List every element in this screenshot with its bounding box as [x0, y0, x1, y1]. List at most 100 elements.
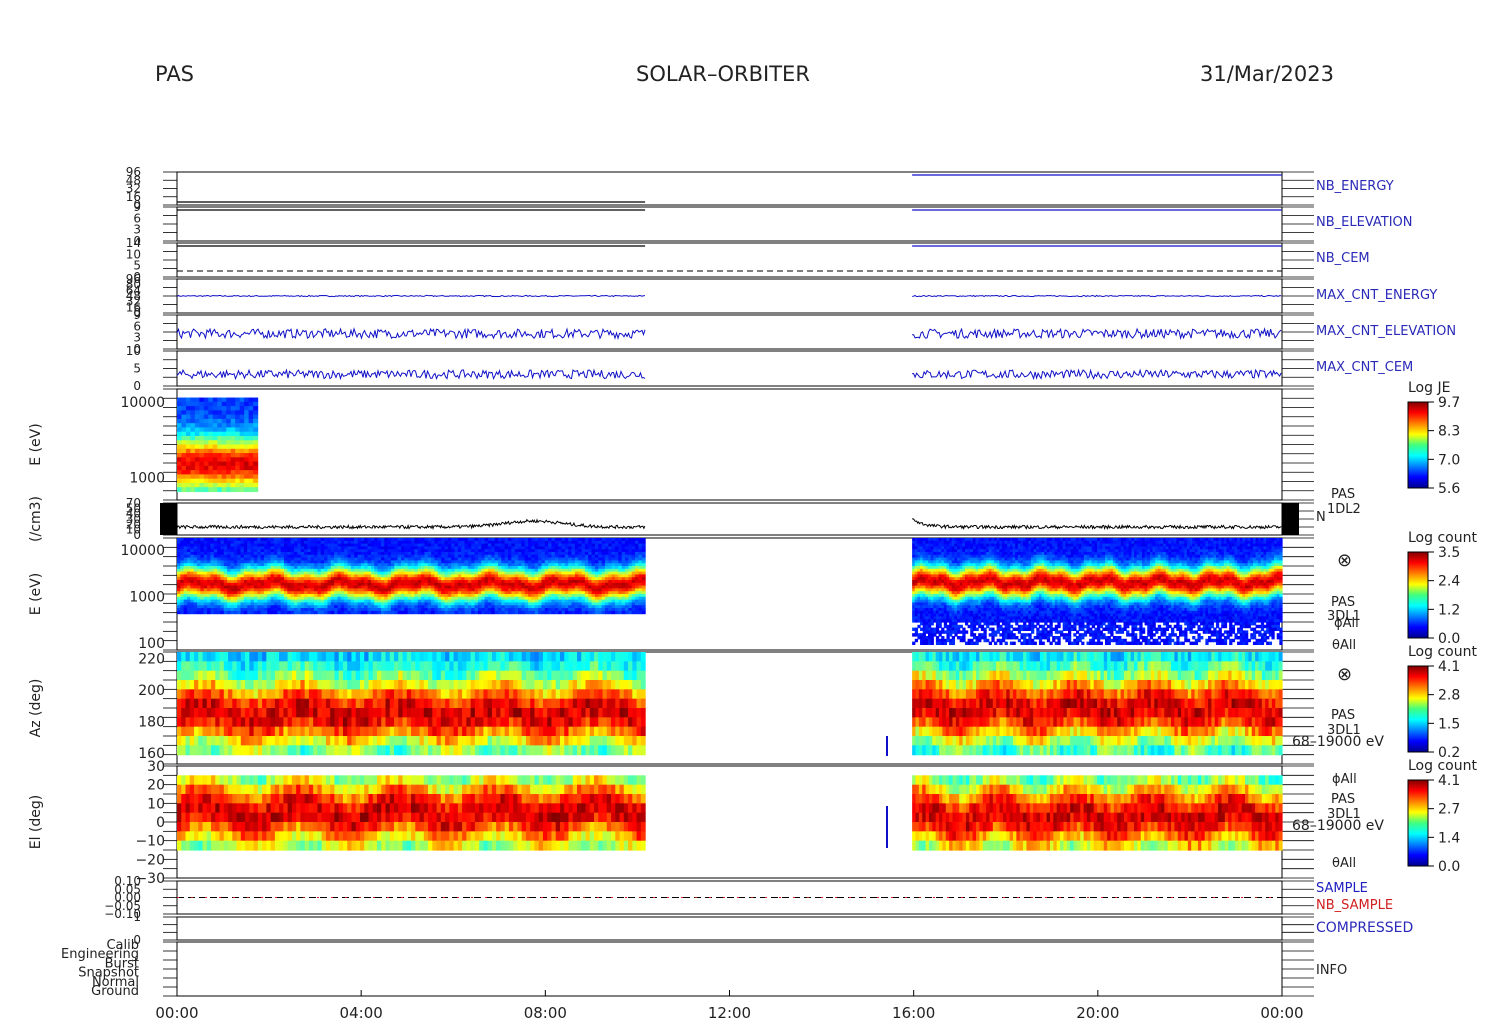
- colorbar-log-count-azimuth-tick-label: 4.1: [1438, 659, 1460, 675]
- heatmap-azimuth-1: [912, 652, 1283, 756]
- colorbar-log-count-azimuth: Log count4.12.81.50.2: [1407, 644, 1477, 761]
- ytick-label-1dl2: 10000: [120, 395, 165, 411]
- colorbar-log-je-title: Log JE: [1408, 380, 1450, 396]
- angle-label-elevation: θAll: [1332, 856, 1356, 871]
- colorbar-log-count-elevation-tick-label: 2.7: [1438, 802, 1460, 818]
- series-label-max-cnt-energy: MAX_CNT_ENERGY: [1316, 288, 1437, 303]
- ytick-label-elevation: 0: [156, 815, 165, 831]
- compressed-ytick-label: 1: [133, 910, 141, 924]
- density-instrument-label: PAS: [1331, 487, 1355, 502]
- series-line-4-1: [912, 327, 1282, 341]
- colorbar-log-count-elevation-bar: [1407, 779, 1429, 867]
- heatmap-1dl2: [177, 397, 259, 493]
- panel-density-ticks: [163, 502, 1314, 536]
- ylabel-3dl1-energy: E (eV): [28, 573, 44, 615]
- panel-nb-cem: [176, 242, 1283, 278]
- energy-range-elevation: 68–19000 eV: [1292, 818, 1384, 834]
- time-tick-label: 00:00: [155, 1004, 198, 1020]
- colorbar-log-count-azimuth-tick-label: 2.8: [1438, 688, 1460, 704]
- colorbar-log-count-azimuth-bar: [1407, 665, 1429, 753]
- panel-info-ticks: [163, 941, 1314, 997]
- panel-density: [176, 502, 1283, 536]
- colorbar-log-count-azimuth-tick-label: 1.5: [1438, 716, 1460, 732]
- info-category-label: Ground: [91, 984, 139, 999]
- series-line-5-0: [176, 368, 646, 381]
- series-label-compressed: COMPRESSED: [1316, 920, 1413, 936]
- density-line-0: [176, 518, 646, 531]
- colorbar-log-count-elevation-tick-label: 4.1: [1438, 773, 1460, 789]
- series-line-3-1: [912, 294, 1282, 298]
- series-label-info: INFO: [1316, 963, 1347, 978]
- ytick-label-3dl1-energy: 100: [138, 636, 165, 652]
- colorbar-log-count-elevation-title: Log count: [1408, 758, 1477, 774]
- series-line-3-0: [176, 294, 646, 298]
- density-ytick-label: 0: [133, 528, 141, 542]
- ytick-label-elevation: 30: [147, 759, 165, 775]
- colorbar-log-count-energy-tick-label: 1.2: [1438, 602, 1460, 618]
- panel-nb-elevation-ticks: [163, 206, 1314, 242]
- density-line-1: [912, 518, 1282, 531]
- panel-1dl2-energy-spectrogram: [176, 388, 1283, 501]
- ytick-label-elevation: −20: [135, 852, 165, 868]
- heatmap-elevation-0: [177, 775, 646, 851]
- panel-nb-energy-ticks: [163, 171, 1314, 206]
- ylabel-azimuth: Az (deg): [28, 679, 44, 738]
- summary-plot: 964832160NB_ENERGY9630NB_ELEVATION141050…: [28, 165, 1477, 1020]
- panel-5-ytick-label: 0: [133, 379, 141, 393]
- series-label-sample: SAMPLE: [1316, 881, 1368, 896]
- ytick-label-azimuth: 180: [138, 714, 165, 730]
- colorbar-log-je-tick-label: 7.0: [1438, 452, 1460, 468]
- colorbar-log-count-energy-title: Log count: [1408, 530, 1477, 546]
- instrument-label-3dl1-energy: PAS: [1331, 595, 1355, 610]
- ylabel-elevation: El (deg): [28, 795, 44, 850]
- density-product-label: 1DL2: [1327, 502, 1361, 517]
- panel-max-cnt-elevation: [176, 314, 1283, 350]
- ytick-label-3dl1-energy: 10000: [120, 543, 165, 559]
- ytick-label-elevation: −10: [135, 834, 165, 850]
- series-line-4-0: [176, 327, 646, 340]
- instrument-label-azimuth: PAS: [1331, 708, 1355, 723]
- heatmap-3dl1-energy-0: [177, 538, 646, 615]
- colorbar-log-count-energy: Log count3.52.41.20.0: [1407, 530, 1477, 647]
- ylabel-1dl2: E (eV): [28, 423, 44, 465]
- ytick-label-azimuth: 200: [138, 683, 165, 699]
- heatmap-azimuth-0: [177, 652, 646, 756]
- energy-range-azimuth: 68–19000 eV: [1292, 734, 1384, 750]
- density-left-block: [160, 503, 177, 535]
- panel-1dl2-energy-spectrogram-ticks: [163, 388, 1314, 501]
- panel-info: [176, 941, 1283, 997]
- symbol-azimuth: ⊗: [1337, 664, 1352, 685]
- ytick-label-1dl2: 1000: [129, 470, 165, 486]
- colorbar-log-je-tick-label: 5.6: [1438, 481, 1460, 497]
- density-series-label: N: [1316, 510, 1326, 525]
- series-line-5-1: [912, 368, 1282, 381]
- time-tick-label: 12:00: [708, 1004, 751, 1020]
- ytick-label-3dl1-energy: 1000: [129, 589, 165, 605]
- panel-compressed: [176, 916, 1283, 941]
- series-label-nb-cem: NB_CEM: [1316, 251, 1370, 266]
- panel-max-cnt-cem: [176, 350, 1283, 387]
- phi-label-3dl1-energy: ϕAll: [1334, 616, 1359, 631]
- colorbar-log-count-elevation-tick-label: 1.4: [1438, 830, 1460, 846]
- colorbar-log-count-elevation-tick-label: 0.0: [1438, 859, 1460, 875]
- panel-nb-energy: [176, 171, 1283, 206]
- instrument-label-elevation: PAS: [1331, 792, 1355, 807]
- panel-nb-cem-ticks: [163, 242, 1314, 278]
- panel-5-ytick-label: 10: [126, 344, 141, 358]
- ytick-label-elevation: 10: [147, 796, 165, 812]
- panel-max-cnt-cem-ticks: [163, 350, 1314, 387]
- ylabel-density: (/cm3): [28, 496, 44, 542]
- colorbar-log-count-energy-tick-label: 3.5: [1438, 545, 1460, 561]
- time-tick-label: 08:00: [524, 1004, 567, 1020]
- colorbar-log-count-energy-bar: [1407, 551, 1429, 639]
- colorbar-log-count-elevation: Log count4.1 2.7 1.4 0.0: [1407, 758, 1477, 875]
- colorbar-log-je-tick-label: 8.3: [1438, 424, 1460, 440]
- time-tick-label: 00:00: [1260, 1004, 1303, 1020]
- colorbar-log-count-energy-tick-label: 2.4: [1438, 574, 1460, 590]
- series-label-nb-energy: NB_ENERGY: [1316, 179, 1394, 194]
- colorbar-log-je-tick-label: 9.7: [1438, 395, 1460, 411]
- ytick-label-elevation: 20: [147, 778, 165, 794]
- symbol-3dl1-energy: ⊗: [1337, 550, 1352, 571]
- colorbar-log-je: Log JE9.7 8.3 7.0 5.6: [1407, 380, 1460, 497]
- time-tick-label: 04:00: [340, 1004, 383, 1020]
